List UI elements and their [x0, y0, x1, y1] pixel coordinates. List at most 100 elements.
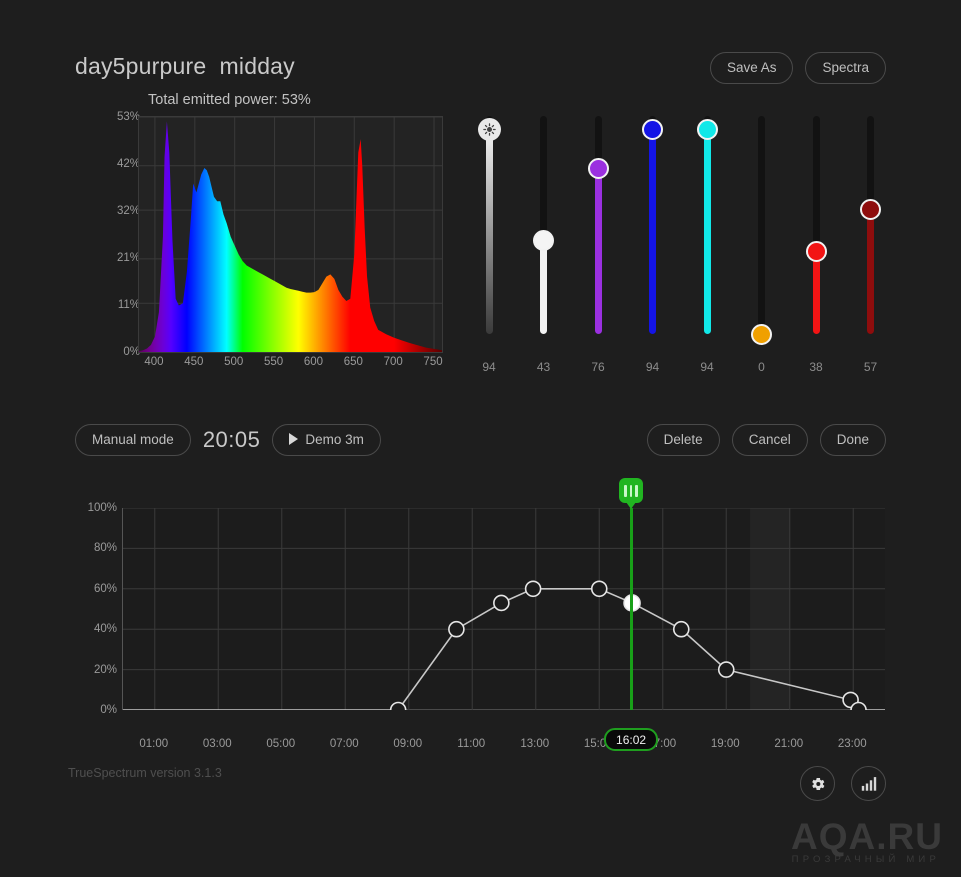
channel-sliders: 94 43 76 94 94 0 38 57: [462, 88, 902, 388]
timeline-x-tick: 03:00: [202, 738, 232, 750]
slider-value-master: 94: [482, 360, 496, 374]
truespectrum-app: day5purpure midday Save As Spectra Total…: [0, 0, 961, 877]
spectrum-x-tick: 700: [383, 356, 403, 368]
total-emitted-power-label: Total emitted power: 53%: [148, 92, 311, 108]
slider-track[interactable]: [594, 116, 602, 334]
control-bar: Manual mode 20:05 Demo 3m Delete Cancel …: [0, 424, 961, 472]
save-as-button[interactable]: Save As: [709, 52, 794, 84]
slider-track[interactable]: [485, 116, 493, 334]
slider-knob-violet[interactable]: [587, 157, 609, 179]
timeline-x-axis: 01:00 03:00 05:00 07:00 09:00 11:00 13:00 15:00…: [122, 738, 884, 756]
timeline-point[interactable]: [672, 620, 690, 638]
timeline-x-tick: 11:00: [457, 738, 486, 750]
slider-red[interactable]: 38: [789, 88, 843, 388]
timeline-y-tick: 20%: [93, 663, 117, 676]
gear-icon: [811, 777, 824, 790]
slider-value-cyan: 94: [700, 360, 714, 374]
spectrum-svg: [139, 116, 442, 353]
slider-fill: [649, 129, 656, 334]
page-title: day5purpure midday: [75, 53, 295, 79]
spectra-button[interactable]: Spectra: [805, 52, 886, 84]
cursor-time-badge: 16:02: [604, 728, 659, 751]
spectrum-y-tick: 32%: [116, 205, 140, 217]
time-cursor-handle[interactable]: [619, 478, 644, 509]
slider-value-violet: 76: [591, 360, 605, 374]
slider-fill: [812, 251, 820, 334]
settings-button[interactable]: [800, 766, 835, 801]
slider-master[interactable]: 94: [462, 88, 516, 388]
slider-value-deep-red: 57: [863, 360, 878, 374]
slider-fill: [485, 129, 493, 334]
done-button[interactable]: Done: [819, 424, 886, 456]
slider-track[interactable]: [812, 116, 820, 334]
timeline-svg: [123, 507, 885, 719]
timeline-x-tick: 05:00: [266, 738, 296, 750]
slider-knob-master[interactable]: [477, 117, 501, 141]
slider-value-amber: 0: [758, 360, 765, 374]
header-actions: Save As Spectra: [709, 52, 886, 84]
slider-violet[interactable]: 76: [571, 88, 625, 388]
timeline-point[interactable]: [524, 580, 542, 598]
slider-blue[interactable]: 94: [626, 88, 680, 388]
edit-actions: Delete Cancel Done: [646, 424, 886, 456]
clock-display: 20:05: [202, 427, 261, 452]
spectrum-plot: [138, 116, 443, 353]
timeline-x-tick: 07:00: [329, 738, 359, 750]
demo-button[interactable]: Demo 3m: [272, 424, 381, 456]
slider-knob-deep-red[interactable]: [860, 199, 881, 221]
timeline-point[interactable]: [850, 701, 867, 719]
cancel-button[interactable]: Cancel: [731, 424, 808, 456]
timeline-point[interactable]: [448, 620, 465, 638]
slider-track[interactable]: [649, 116, 656, 334]
timeline-x-tick: 21:00: [774, 738, 804, 750]
grip-bar: [624, 484, 627, 497]
slider-knob-white[interactable]: [533, 229, 554, 251]
slider-value-white: 43: [536, 360, 551, 374]
slider-deep-red[interactable]: 57: [844, 88, 898, 388]
timeline-point[interactable]: [493, 594, 510, 612]
watermark-subtitle: ПРОЗРАЧНЫЙ МИР: [791, 854, 940, 865]
slider-cyan[interactable]: 94: [680, 88, 734, 388]
slider-track[interactable]: [540, 116, 547, 334]
timeline-plot[interactable]: [122, 507, 885, 719]
timeline-y-tick: 100%: [87, 502, 117, 514]
timeline-x-tick: 19:00: [710, 738, 740, 750]
spectrum-x-tick: 650: [343, 356, 363, 368]
slider-knob-blue[interactable]: [642, 118, 663, 140]
spectrum-x-tick: 750: [423, 356, 443, 368]
timeline-point[interactable]: [389, 701, 407, 719]
grip-bar: [629, 484, 633, 497]
slider-track[interactable]: [703, 116, 711, 334]
spectrum-y-tick: 11%: [117, 299, 140, 311]
spectrum-y-tick: 42%: [116, 158, 140, 170]
watermark-title: AQA.RU: [791, 816, 943, 857]
footer-actions: [800, 766, 886, 801]
spectrum-x-tick: 400: [144, 356, 164, 368]
timeline-y-tick: 80%: [93, 542, 117, 555]
time-cursor-line: [629, 508, 633, 710]
slider-track[interactable]: [758, 116, 765, 334]
spectrum-x-axis: 400 450 500 550 600 650 700 750: [138, 356, 458, 372]
watermark: AQA.RU ПРОЗРАЧНЫЙ МИР: [791, 816, 943, 865]
slider-knob-cyan[interactable]: [696, 118, 718, 140]
timeline-x-tick: 13:00: [520, 738, 550, 750]
slider-value-blue: 94: [645, 360, 660, 374]
version-label: TrueSpectrum version 3.1.3: [68, 766, 222, 780]
spectrum-y-axis: 53% 42% 32% 21% 11% 0%: [90, 111, 140, 359]
timeline-x-tick: 09:00: [393, 738, 423, 750]
slider-white[interactable]: 43: [517, 88, 571, 388]
slider-knob-red[interactable]: [805, 240, 827, 262]
timeline-point[interactable]: [717, 661, 735, 678]
manual-mode-button[interactable]: Manual mode: [75, 424, 191, 456]
slider-knob-amber[interactable]: [751, 323, 772, 345]
slider-amber[interactable]: 0: [735, 88, 789, 388]
slider-track[interactable]: [867, 116, 874, 334]
slider-value-red: 38: [809, 360, 823, 374]
statistics-button[interactable]: [851, 766, 886, 801]
spectrum-y-tick: 53%: [116, 111, 140, 123]
slider-fill: [594, 168, 602, 334]
spectrum-x-tick: 550: [263, 356, 284, 368]
delete-button[interactable]: Delete: [646, 424, 720, 456]
brightness-icon: [482, 122, 496, 136]
timeline-point[interactable]: [590, 580, 608, 598]
